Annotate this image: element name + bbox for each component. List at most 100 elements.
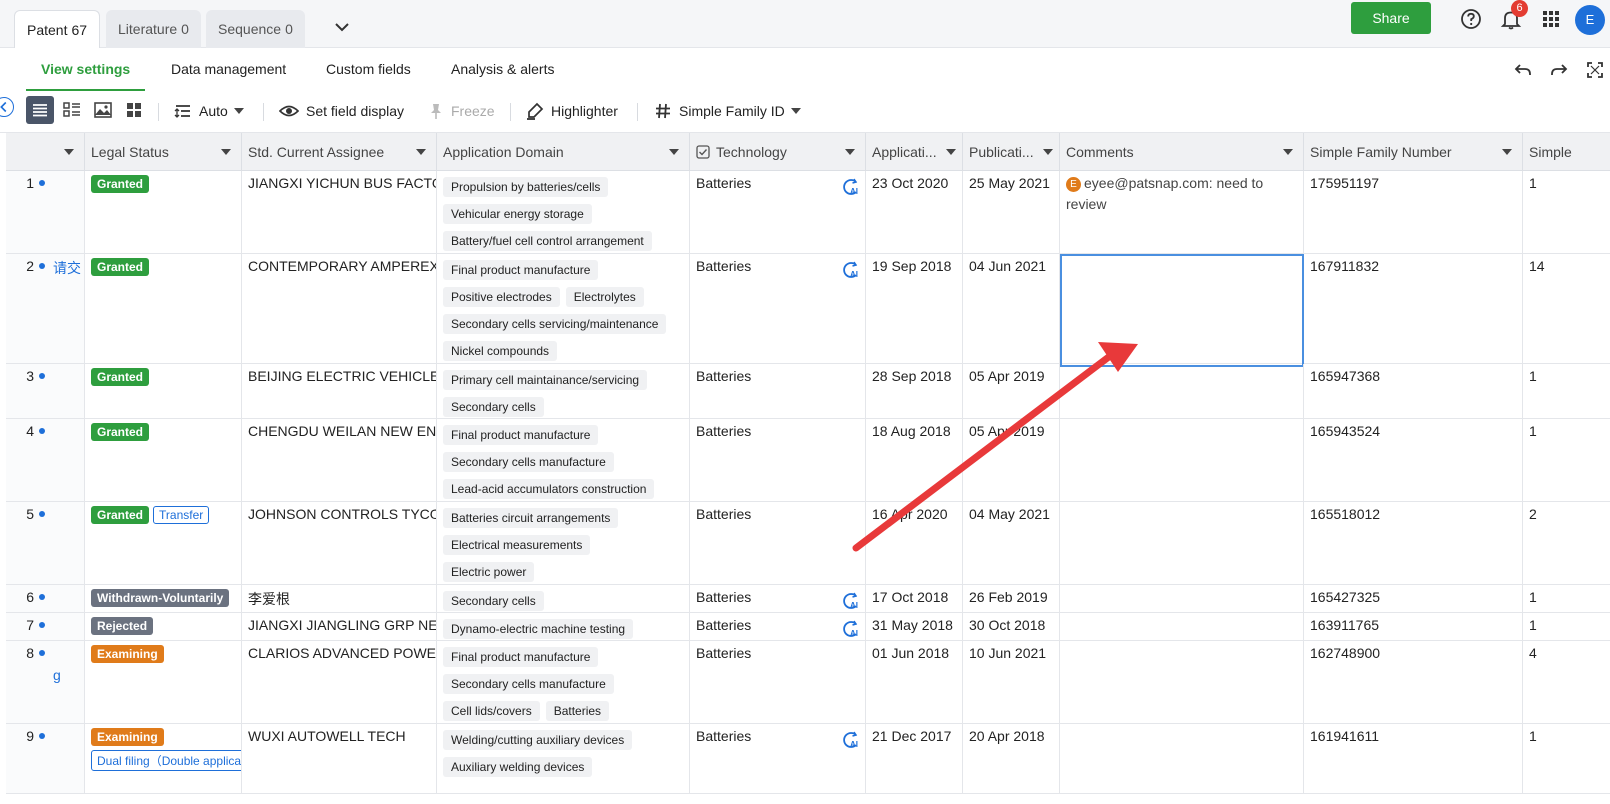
column-header-simple[interactable]: Simple xyxy=(1523,133,1610,171)
simple-family-number-cell[interactable]: 175951197 xyxy=(1304,171,1523,253)
application-domain-cell[interactable]: Final product manufacturePositive electr… xyxy=(437,254,690,363)
tab-patent[interactable]: Patent67 xyxy=(14,10,100,48)
legal-status-cell[interactable]: Granted xyxy=(85,171,242,253)
technology-cell[interactable]: Batteries xyxy=(690,419,866,501)
row-number-cell[interactable]: 6 xyxy=(6,585,85,612)
ai-tag-icon[interactable]: AI xyxy=(841,730,861,750)
application-date-cell[interactable]: 28 Sep 2018 xyxy=(866,364,963,418)
row-number-cell[interactable]: 3 xyxy=(6,364,85,418)
publication-date-cell[interactable]: 30 Oct 2018 xyxy=(963,613,1060,640)
technology-cell[interactable]: BatteriesAI xyxy=(690,585,866,612)
comments-cell[interactable] xyxy=(1060,364,1304,418)
column-header-application-domain[interactable]: Application Domain xyxy=(437,133,690,171)
comments-cell[interactable]: Eeyee@patsnap.com: need toreview xyxy=(1060,171,1304,253)
help-icon[interactable] xyxy=(1460,8,1482,30)
tab-custom-fields[interactable]: Custom fields xyxy=(326,61,411,91)
simple-cell[interactable]: 1 xyxy=(1523,364,1610,418)
set-field-display-button[interactable]: Set field display xyxy=(279,99,404,123)
assignee-cell[interactable]: BEIJING ELECTRIC VEHICLE xyxy=(242,364,437,418)
column-header-application-date[interactable]: Applicati... xyxy=(866,133,963,171)
simple-cell[interactable]: 1 xyxy=(1523,419,1610,501)
highlighter-button[interactable]: Highlighter xyxy=(526,99,618,123)
legal-status-cell[interactable]: Withdrawn-Voluntarily xyxy=(85,585,242,612)
simple-family-number-cell[interactable]: 165943524 xyxy=(1304,419,1523,501)
column-header-technology[interactable]: Technology xyxy=(690,133,866,171)
publication-date-cell[interactable]: 26 Feb 2019 xyxy=(963,585,1060,612)
row-number-cell[interactable]: 1 xyxy=(6,171,85,253)
tab-sequence[interactable]: Sequence0 xyxy=(206,10,305,48)
assignee-cell[interactable]: JOHNSON CONTROLS TYCO xyxy=(242,502,437,584)
table-row[interactable]: 1GrantedJIANGXI YICHUN BUS FACTOPropulsi… xyxy=(6,171,1610,254)
column-header-legal-status[interactable]: Legal Status xyxy=(85,133,242,171)
comments-cell[interactable] xyxy=(1060,585,1304,612)
assignee-cell[interactable]: JIANGXI YICHUN BUS FACTO xyxy=(242,171,437,253)
assignee-cell[interactable]: 李爱根 xyxy=(242,585,437,612)
comments-cell[interactable] xyxy=(1060,254,1304,363)
technology-cell[interactable]: Batteries xyxy=(690,364,866,418)
assignee-cell[interactable]: WUXI AUTOWELL TECH xyxy=(242,724,437,793)
row-number-cell[interactable]: 7 xyxy=(6,613,85,640)
simple-cell[interactable]: 2 xyxy=(1523,502,1610,584)
publication-date-cell[interactable]: 04 Jun 2021 xyxy=(963,254,1060,363)
application-date-cell[interactable]: 31 May 2018 xyxy=(866,613,963,640)
collapse-sidebar-icon[interactable] xyxy=(0,97,14,117)
simple-family-number-cell[interactable]: 165947368 xyxy=(1304,364,1523,418)
technology-cell[interactable]: BatteriesAI xyxy=(690,724,866,793)
column-header-select[interactable] xyxy=(6,133,85,171)
ai-tag-icon[interactable]: AI xyxy=(841,260,861,280)
row-number-cell[interactable]: 9 xyxy=(6,724,85,793)
assignee-cell[interactable]: CHENGDU WEILAN NEW ENI xyxy=(242,419,437,501)
application-date-cell[interactable]: 18 Aug 2018 xyxy=(866,419,963,501)
share-button[interactable]: Share xyxy=(1351,2,1431,34)
simple-cell[interactable]: 1 xyxy=(1523,171,1610,253)
column-header-comments[interactable]: Comments xyxy=(1060,133,1304,171)
detail-view-button[interactable] xyxy=(58,96,86,124)
application-domain-cell[interactable]: Secondary cellsCell component details xyxy=(437,585,690,612)
application-domain-cell[interactable]: Propulsion by batteries/cellsVehicular e… xyxy=(437,171,690,253)
comments-cell[interactable] xyxy=(1060,641,1304,723)
avatar[interactable]: E xyxy=(1575,5,1605,35)
ai-tag-icon[interactable]: AI xyxy=(841,619,861,639)
legal-status-cell[interactable]: GrantedTransfer xyxy=(85,502,242,584)
table-row[interactable]: 3GrantedBEIJING ELECTRIC VEHICLEPrimary … xyxy=(6,364,1610,419)
column-header-simple-family-number[interactable]: Simple Family Number xyxy=(1304,133,1523,171)
table-row[interactable]: 8gExaminingCLARIOS ADVANCED POWEFFinal p… xyxy=(6,641,1610,724)
legal-status-cell[interactable]: ExaminingDual filing（Double applica xyxy=(85,724,242,793)
row-number-cell[interactable]: 2请交 xyxy=(6,254,85,363)
table-row[interactable]: 5GrantedTransferJOHNSON CONTROLS TYCOBat… xyxy=(6,502,1610,585)
legal-status-cell[interactable]: Granted xyxy=(85,364,242,418)
table-row[interactable]: 4GrantedCHENGDU WEILAN NEW ENIFinal prod… xyxy=(6,419,1610,502)
simple-cell[interactable]: 14 xyxy=(1523,254,1610,363)
application-date-cell[interactable]: 17 Oct 2018 xyxy=(866,585,963,612)
assignee-cell[interactable]: JIANGXI JIANGLING GRP NE xyxy=(242,613,437,640)
application-domain-cell[interactable]: Dynamo-electric machine testing xyxy=(437,613,690,640)
application-domain-cell[interactable]: Batteries circuit arrangementsElectrical… xyxy=(437,502,690,584)
application-domain-cell[interactable]: Primary cell maintainance/servicingSecon… xyxy=(437,364,690,418)
assignee-cell[interactable]: CLARIOS ADVANCED POWEF xyxy=(242,641,437,723)
fullscreen-icon[interactable] xyxy=(1586,61,1604,79)
list-view-button[interactable] xyxy=(26,96,54,124)
simple-cell[interactable]: 1 xyxy=(1523,724,1610,793)
technology-cell[interactable]: BatteriesAI xyxy=(690,613,866,640)
tab-literature[interactable]: Literature0 xyxy=(106,10,201,48)
redo-icon[interactable] xyxy=(1550,61,1568,79)
application-date-cell[interactable]: 01 Jun 2018 xyxy=(866,641,963,723)
table-row[interactable]: 2请交GrantedCONTEMPORARY AMPEREXFinal prod… xyxy=(6,254,1610,364)
tab-data-management[interactable]: Data management xyxy=(171,61,286,91)
image-view-button[interactable] xyxy=(89,96,117,124)
row-number-cell[interactable]: 4 xyxy=(6,419,85,501)
application-domain-cell[interactable]: Final product manufactureSecondary cells… xyxy=(437,641,690,723)
row-number-cell[interactable]: 5 xyxy=(6,502,85,584)
row-height-auto-select[interactable]: Auto xyxy=(174,99,244,123)
technology-cell[interactable]: BatteriesAI xyxy=(690,254,866,363)
application-domain-cell[interactable]: Welding/cutting auxiliary devicesAuxilia… xyxy=(437,724,690,793)
comments-cell[interactable] xyxy=(1060,613,1304,640)
publication-date-cell[interactable]: 05 Apr 2019 xyxy=(963,364,1060,418)
technology-cell[interactable]: Batteries xyxy=(690,641,866,723)
legal-status-cell[interactable]: Rejected xyxy=(85,613,242,640)
legal-status-cell[interactable]: Examining xyxy=(85,641,242,723)
row-number-cell[interactable]: 8g xyxy=(6,641,85,723)
undo-icon[interactable] xyxy=(1514,61,1532,79)
publication-date-cell[interactable]: 04 May 2021 xyxy=(963,502,1060,584)
comments-cell[interactable] xyxy=(1060,724,1304,793)
